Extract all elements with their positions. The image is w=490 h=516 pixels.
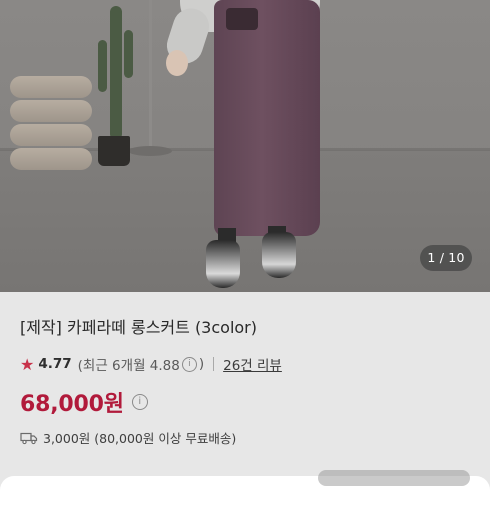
- photo-cactus-arm: [124, 30, 133, 78]
- rating-row: ★ 4.77 (최근 6개월 4.88 i ) 26건 리뷰: [20, 354, 282, 375]
- shipping-row: 3,000원 (80,000원 이상 무료배송): [20, 428, 236, 447]
- photo-hand: [166, 50, 188, 76]
- product-info: [제작] 카페라떼 롱스커트 (3color) ★ 4.77 (최근 6개월 4…: [0, 292, 490, 490]
- photo-plant-pot: [98, 136, 130, 166]
- star-icon: ★: [20, 354, 35, 374]
- rating-value: 4.77: [38, 356, 72, 372]
- divider: [213, 357, 215, 371]
- product-image[interactable]: 1 / 10: [0, 0, 490, 292]
- photo-cactus: [110, 6, 122, 140]
- info-icon[interactable]: i: [131, 394, 148, 410]
- price-row: 68,000원 i: [20, 386, 150, 418]
- info-icon[interactable]: i: [181, 356, 197, 372]
- image-counter: 1 / 10: [420, 245, 472, 271]
- photo-shoe: [206, 240, 240, 288]
- product-page: 1 / 10 [제작] 카페라떼 롱스커트 (3color) ★ 4.77 (최…: [0, 0, 490, 490]
- shipping-info: 3,000원 (80,000원 이상 무료배송): [43, 431, 237, 446]
- photo-skirt: [214, 0, 320, 236]
- review-count-link[interactable]: 26건 리뷰: [223, 354, 282, 374]
- photo-cactus-arm: [98, 40, 107, 92]
- sheet-button[interactable]: [318, 470, 470, 486]
- photo-lamp-base: [128, 146, 172, 156]
- product-price: 68,000원: [20, 392, 124, 417]
- recent-rating-close: ): [198, 356, 205, 372]
- product-title: [제작] 카페라떼 롱스커트 (3color): [20, 318, 258, 337]
- bottom-sheet: [0, 470, 490, 516]
- photo-belt-bag: [226, 8, 258, 30]
- recent-rating: (최근 6개월 4.88: [77, 358, 180, 374]
- truck-icon: [20, 432, 38, 444]
- photo-ottoman: [10, 76, 92, 172]
- photo-lamp-pole: [149, 0, 152, 150]
- photo-shoe: [262, 232, 296, 278]
